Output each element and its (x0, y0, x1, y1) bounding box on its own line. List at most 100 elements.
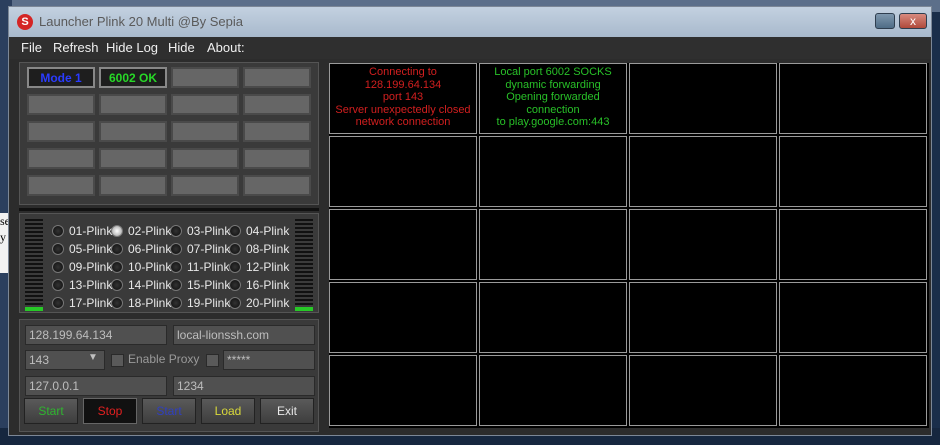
log-cell (479, 209, 627, 280)
menu-hide-log[interactable]: Hide Log (106, 40, 158, 55)
start-button[interactable]: Start (24, 398, 78, 424)
plink-label: 16-Plink (246, 278, 290, 292)
radio-indicator-icon[interactable] (52, 225, 64, 237)
empty-cell (99, 175, 167, 196)
plink-label: 20-Plink (246, 296, 290, 310)
plink-label: 03-Plink (187, 224, 231, 238)
enable-proxy-label: Enable Proxy (128, 352, 200, 366)
log-cell (629, 282, 777, 353)
mode-status-grid: Mode 1 6002 OK (19, 62, 319, 205)
log-cell (479, 136, 627, 207)
menu-refresh[interactable]: Refresh (53, 40, 99, 55)
log-grid: Connecting to 128.199.64.134 port 143 Se… (329, 63, 929, 428)
plink-label: 05-Plink (69, 242, 113, 256)
left-level-fill (25, 307, 43, 311)
menu-hide[interactable]: Hide (168, 40, 195, 55)
start-all-button[interactable]: Start (142, 398, 196, 424)
radio-indicator-icon[interactable] (170, 243, 182, 255)
log-cell (779, 282, 927, 353)
plink-label: 07-Plink (187, 242, 231, 256)
plink-label: 12-Plink (246, 260, 290, 274)
minimize-button[interactable] (875, 13, 895, 29)
mode-cell[interactable]: Mode 1 (27, 67, 95, 88)
panel-divider (19, 208, 319, 211)
close-button[interactable]: x (899, 13, 927, 29)
plink-label: 09-Plink (69, 260, 113, 274)
empty-cell (27, 94, 95, 115)
empty-cell (99, 121, 167, 142)
radio-indicator-icon[interactable] (170, 297, 182, 309)
radio-indicator-icon[interactable] (111, 225, 123, 237)
password-field[interactable]: ***** (223, 350, 315, 370)
empty-cell (99, 148, 167, 169)
radio-indicator-icon[interactable] (229, 279, 241, 291)
title-bar[interactable]: S Launcher Plink 20 Multi @By Sepia x (9, 7, 931, 37)
log-status-text: Local port 6002 SOCKS dynamic forwarding… (494, 66, 612, 128)
empty-cell (27, 148, 95, 169)
dropdown-arrow-icon[interactable]: ▼ (88, 352, 98, 363)
local-port-field[interactable]: 1234 (173, 376, 315, 396)
left-level-meter (25, 219, 43, 311)
plink-label: 02-Plink (128, 224, 172, 238)
radio-indicator-icon[interactable] (229, 297, 241, 309)
plink-label: 19-Plink (187, 296, 231, 310)
empty-cell (27, 121, 95, 142)
plink-label: 15-Plink (187, 278, 231, 292)
host-field[interactable]: local-lionssh.com (173, 325, 315, 345)
radio-indicator-icon[interactable] (229, 261, 241, 273)
exit-button[interactable]: Exit (260, 398, 314, 424)
empty-cell (171, 94, 239, 115)
stop-button[interactable]: Stop (83, 398, 137, 424)
log-cell (329, 136, 477, 207)
log-cell (779, 355, 927, 426)
radio-indicator-icon[interactable] (170, 261, 182, 273)
status-cell: 6002 OK (99, 67, 167, 88)
right-level-meter (295, 219, 313, 311)
plink-label: 13-Plink (69, 278, 113, 292)
empty-cell (243, 148, 311, 169)
launcher-window: S Launcher Plink 20 Multi @By Sepia x Fi… (8, 6, 932, 436)
radio-indicator-icon[interactable] (52, 261, 64, 273)
radio-indicator-icon[interactable] (111, 297, 123, 309)
empty-cell (171, 148, 239, 169)
plink-label: 11-Plink (187, 260, 230, 274)
radio-indicator-icon[interactable] (111, 279, 123, 291)
empty-cell (171, 175, 239, 196)
menu-about[interactable]: About: (207, 40, 245, 55)
empty-cell (27, 175, 95, 196)
log-cell (329, 209, 477, 280)
radio-indicator-icon[interactable] (229, 243, 241, 255)
log-cell: Connecting to 128.199.64.134 port 143 Se… (329, 63, 477, 134)
log-cell (329, 355, 477, 426)
radio-indicator-icon[interactable] (52, 279, 64, 291)
plink-label: 18-Plink (128, 296, 172, 310)
plink-label: 01-Plink (69, 224, 113, 238)
radio-indicator-icon[interactable] (229, 225, 241, 237)
radio-indicator-icon[interactable] (52, 243, 64, 255)
radio-indicator-icon[interactable] (170, 279, 182, 291)
radio-indicator-icon[interactable] (52, 297, 64, 309)
log-cell (779, 136, 927, 207)
plink-label: 04-Plink (246, 224, 290, 238)
local-ip-field[interactable]: 127.0.0.1 (25, 376, 167, 396)
empty-cell (171, 67, 239, 88)
plink-label: 06-Plink (128, 242, 172, 256)
log-cell (629, 355, 777, 426)
server-ip-field[interactable]: 128.199.64.134 (25, 325, 167, 345)
log-cell (479, 282, 627, 353)
radio-indicator-icon[interactable] (111, 261, 123, 273)
menu-file[interactable]: File (21, 40, 42, 55)
empty-cell (243, 94, 311, 115)
enable-proxy-checkbox[interactable] (111, 354, 124, 367)
log-cell (629, 63, 777, 134)
password-checkbox[interactable] (206, 354, 219, 367)
empty-cell (243, 121, 311, 142)
load-button[interactable]: Load (201, 398, 255, 424)
log-cell (629, 209, 777, 280)
radio-indicator-icon[interactable] (111, 243, 123, 255)
empty-cell (171, 121, 239, 142)
menu-bar: File Refresh Hide Log Hide About: (9, 37, 931, 59)
right-level-fill (295, 307, 313, 311)
radio-indicator-icon[interactable] (170, 225, 182, 237)
plink-label: 10-Plink (128, 260, 172, 274)
